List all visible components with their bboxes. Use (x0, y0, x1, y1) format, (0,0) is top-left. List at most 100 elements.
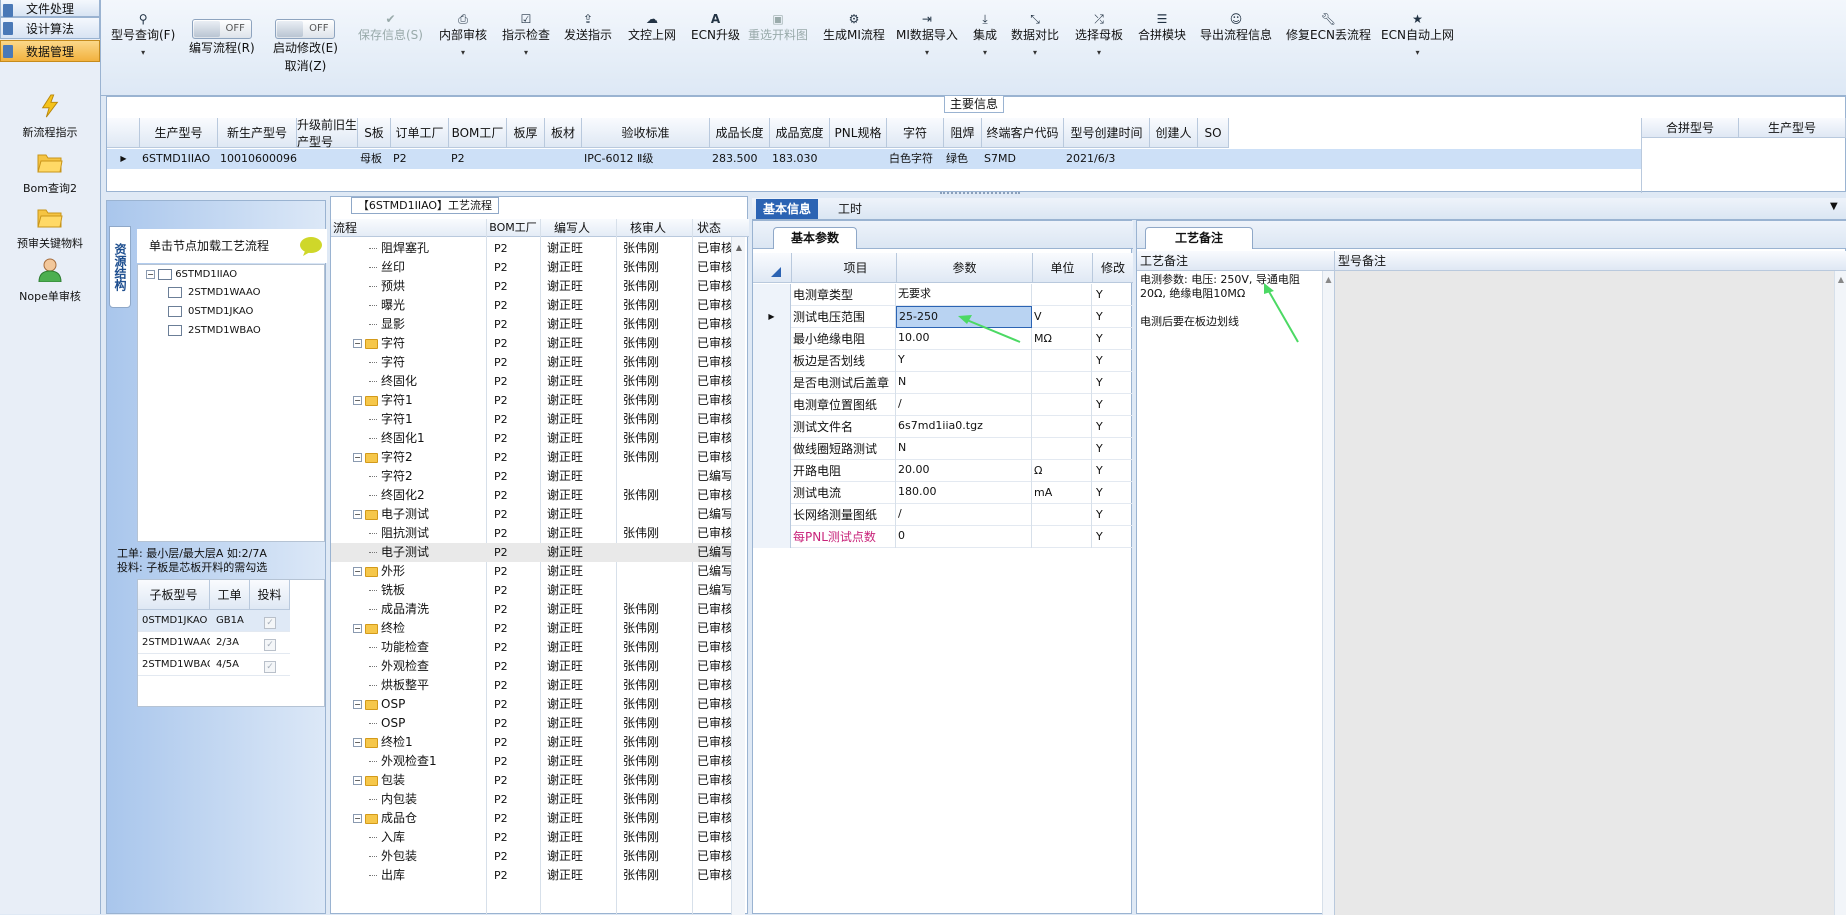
flow-row[interactable]: − OSP P2 谢正旺 张伟刚 已审核 (331, 695, 731, 714)
flow-row[interactable]: 丝印 P2 谢正旺 张伟刚 已审核 (331, 258, 731, 277)
collapse-icon[interactable]: − (353, 510, 362, 519)
collapse-icon[interactable]: − (353, 738, 362, 747)
tab-basic-info[interactable]: 基本信息 (756, 199, 818, 219)
main-row-cell[interactable]: P2 (449, 149, 507, 169)
off-toggle[interactable]: OFF (191, 19, 252, 39)
sub-board-model-cell[interactable]: 0STMD1JKAO (138, 610, 210, 632)
pre-review-key-material-shortcut[interactable]: 预审关键物料 (0, 205, 100, 251)
flow-row[interactable]: 内包装 P2 谢正旺 张伟刚 已审核 (331, 790, 731, 809)
splitter[interactable] (940, 192, 1020, 196)
write-flow-toggle[interactable]: OFF 编写流程(R) (189, 18, 255, 57)
generate-mi-flow-button[interactable]: ⚙ 生成MI流程 (823, 12, 885, 44)
param-modify-cell[interactable]: Y (1092, 394, 1133, 416)
instruction-check-button[interactable]: ☑ 指示检查 ▾ (502, 12, 550, 62)
mi-data-import-button[interactable]: ⇥ MI数据导入 ▾ (896, 12, 958, 62)
param-value-cell[interactable]: 无要求 (896, 284, 1032, 306)
main-row-cell[interactable]: 10010600096299 (218, 149, 297, 169)
flow-row[interactable]: 烘板整平 P2 谢正旺 张伟刚 已审核 (331, 676, 731, 695)
reselect-cutting-chart-button[interactable]: ▣ 重选开料图 (748, 12, 808, 44)
param-row[interactable]: 每PNL测试点数 0 Y (753, 526, 1133, 548)
main-row-cell[interactable]: 2021/6/3 (1064, 149, 1150, 169)
doc-control-online-button[interactable]: ☁ 文控上网 (628, 12, 676, 44)
main-row-cell[interactable] (1198, 149, 1229, 169)
new-flow-instruction-shortcut[interactable]: 新流程指示 (0, 94, 100, 140)
flow-row[interactable]: − 成品仓 P2 谢正旺 张伟刚 已审核 (331, 809, 731, 828)
chevron-down-icon[interactable]: ▼ (1830, 201, 1838, 212)
export-flow-info-button[interactable]: ☺ 导出流程信息 (1200, 12, 1272, 44)
main-row-cell[interactable]: 183.030 (770, 149, 830, 169)
flow-row[interactable]: 终固化2 P2 谢正旺 张伟刚 已审核 (331, 486, 731, 505)
param-row[interactable]: 做线圈短路测试 N Y (753, 438, 1133, 460)
flow-row[interactable]: 曝光 P2 谢正旺 张伟刚 已审核 (331, 296, 731, 315)
collapse-icon[interactable]: − (353, 567, 362, 576)
flow-row[interactable]: − 外形 P2 谢正旺 已编写 (331, 562, 731, 581)
merge-module-button[interactable]: ☰ 合拼模块 (1138, 12, 1186, 44)
flow-row[interactable]: − 字符1 P2 谢正旺 张伟刚 已审核 (331, 391, 731, 410)
remarks-scrollbar[interactable]: ▲ (1322, 271, 1335, 915)
param-modify-cell[interactable]: Y (1092, 526, 1133, 548)
flow-row[interactable]: 终固化1 P2 谢正旺 张伟刚 已审核 (331, 429, 731, 448)
tree-node-child[interactable]: 2STMD1WAAO (168, 285, 261, 301)
flow-row[interactable]: 外观检查1 P2 谢正旺 张伟刚 已审核 (331, 752, 731, 771)
feeding-checkbox[interactable]: ✓ (264, 617, 276, 629)
flow-row[interactable]: 外观检查 P2 谢正旺 张伟刚 已审核 (331, 657, 731, 676)
flow-row[interactable]: 入库 P2 谢正旺 张伟刚 已审核 (331, 828, 731, 847)
nav-file-processing[interactable]: 文件处理 (0, 0, 100, 17)
flow-row[interactable]: − 终检 P2 谢正旺 张伟刚 已审核 (331, 619, 731, 638)
flow-row[interactable]: 字符1 P2 谢正旺 张伟刚 已审核 (331, 410, 731, 429)
param-value-cell[interactable]: 0 (896, 526, 1032, 548)
param-row[interactable]: ▶ 测试电压范围 25-250 V Y (753, 306, 1133, 328)
flow-row[interactable]: OSP P2 谢正旺 张伟刚 已审核 (331, 714, 731, 733)
param-row[interactable]: 开路电阻 20.00 Ω Y (753, 460, 1133, 482)
integrate-button[interactable]: ⤓ 集成 ▾ (973, 12, 997, 62)
tab-work-hours[interactable]: 工时 (830, 199, 870, 219)
nav-data-management[interactable]: 数据管理 (0, 40, 100, 62)
main-row-cell[interactable]: IPC-6012 Ⅱ级 (582, 149, 710, 169)
main-row-cell[interactable]: 母板 (358, 149, 391, 169)
flow-row[interactable]: 字符 P2 谢正旺 张伟刚 已审核 (331, 353, 731, 372)
main-row-cell[interactable] (507, 149, 545, 169)
param-row[interactable]: 最小绝缘电阻 10.00 MΩ Y (753, 328, 1133, 350)
flow-row[interactable]: 阻焊塞孔 P2 谢正旺 张伟刚 已审核 (331, 239, 731, 258)
flow-row[interactable]: − 包装 P2 谢正旺 张伟刚 已审核 (331, 771, 731, 790)
model-remarks-textarea[interactable] (1335, 271, 1834, 915)
param-value-cell[interactable]: N (896, 372, 1032, 394)
param-value-cell[interactable]: 25-250 (896, 306, 1032, 328)
feeding-checkbox[interactable]: ✓ (264, 639, 276, 651)
flow-row[interactable]: 外包装 P2 谢正旺 张伟刚 已审核 (331, 847, 731, 866)
ecn-upgrade-button[interactable]: A ECN升级 (691, 12, 740, 44)
param-value-cell[interactable]: 10.00 (896, 328, 1032, 350)
save-info-button[interactable]: ✔ 保存信息(S) (358, 12, 423, 44)
work-order-cell[interactable]: 2/3A (210, 632, 250, 654)
resource-structure-tab[interactable]: 资源结构 (109, 226, 131, 308)
main-row-cell[interactable] (1150, 149, 1198, 169)
collapse-icon[interactable]: − (353, 396, 362, 405)
flow-row[interactable]: − 字符2 P2 谢正旺 张伟刚 已审核 (331, 448, 731, 467)
main-row-cell[interactable] (830, 149, 887, 169)
collapse-icon[interactable]: − (353, 339, 362, 348)
flow-scrollbar[interactable]: ▲ (731, 237, 745, 915)
param-modify-cell[interactable]: Y (1092, 328, 1133, 350)
sub-board-model-cell[interactable]: 2STMD1WAAO (138, 632, 210, 654)
model-remarks-scrollbar[interactable]: ▲ (1834, 271, 1846, 915)
param-value-cell[interactable]: 180.00 (896, 482, 1032, 504)
flow-row[interactable]: 预烘 P2 谢正旺 张伟刚 已审核 (331, 277, 731, 296)
feeding-checkbox[interactable]: ✓ (264, 661, 276, 673)
tab-process-remarks[interactable]: 工艺备注 (1145, 227, 1253, 249)
flow-row[interactable]: 功能检查 P2 谢正旺 张伟刚 已审核 (331, 638, 731, 657)
flow-row[interactable]: 阻抗测试 P2 谢正旺 张伟刚 已审核 (331, 524, 731, 543)
param-modify-cell[interactable]: Y (1092, 284, 1133, 306)
param-row[interactable]: 是否电测试后盖章 N Y (753, 372, 1133, 394)
flow-row[interactable]: − 终检1 P2 谢正旺 张伟刚 已审核 (331, 733, 731, 752)
param-modify-cell[interactable]: Y (1092, 460, 1133, 482)
main-row-cell[interactable]: 283.500 (710, 149, 770, 169)
process-remarks-textarea[interactable]: 电测参数: 电压: 250V, 导通电阻20Ω, 绝缘电阻10MΩ 电测后要在板… (1137, 271, 1322, 915)
nope-review-shortcut[interactable]: Nope单审核 (0, 258, 100, 304)
main-row-cell[interactable] (297, 149, 358, 169)
param-modify-cell[interactable]: Y (1092, 372, 1133, 394)
tab-basic-params[interactable]: 基本参数 (773, 227, 857, 249)
send-instruction-button[interactable]: ⇪ 发送指示 (564, 12, 612, 44)
feeding-checkbox-cell[interactable]: ✓ (250, 654, 290, 676)
param-row[interactable]: 电测章位置图纸 / Y (753, 394, 1133, 416)
param-value-cell[interactable]: 20.00 (896, 460, 1032, 482)
